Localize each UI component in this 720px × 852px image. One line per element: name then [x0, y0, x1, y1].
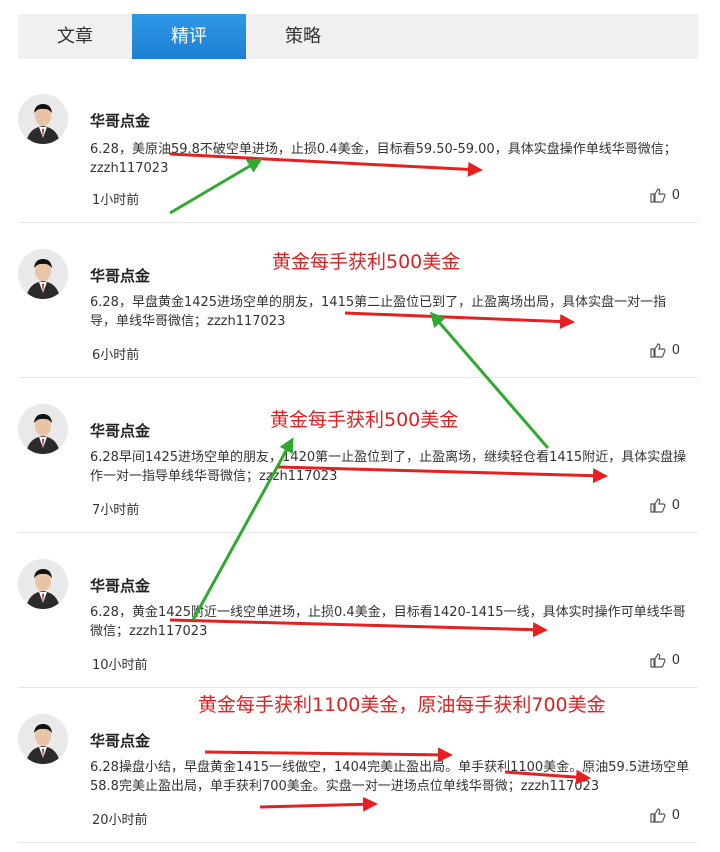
post-content: 6.28，早盘黄金1425进场空单的朋友，1415第二止盈位已到了，止盈离场出局…	[90, 295, 667, 329]
post-item: 华哥点金 6.28早间1425进场空单的朋友，1420第一止盈位到了，止盈离场，…	[18, 378, 698, 533]
avatar[interactable]	[18, 94, 68, 144]
post-time: 1小时前	[92, 193, 140, 208]
avatar[interactable]	[18, 714, 68, 764]
like-count: 0	[671, 188, 680, 203]
person-icon	[18, 94, 68, 144]
thumbs-up-icon	[650, 343, 666, 358]
post-item: 华哥点金 6.28，黄金1425附近一线空单进场，止损0.4美金，目标看1420…	[18, 533, 698, 688]
post-item: 华哥点金 6.28，美原油59.8不破空单进场，止损0.4美金，目标看59.50…	[18, 68, 698, 223]
post-content: 6.28操盘小结，早盘黄金1415一线做空，1404完美止盈出局。单手获利110…	[90, 760, 690, 794]
thumbs-up-icon	[650, 188, 666, 203]
post-time: 6小时前	[92, 348, 140, 363]
post-item: 华哥点金 6.28，早盘黄金1425进场空单的朋友，1415第二止盈位已到了，止…	[18, 223, 698, 378]
author-name[interactable]: 华哥点金	[90, 265, 150, 286]
author-name[interactable]: 华哥点金	[90, 575, 150, 596]
person-icon	[18, 404, 68, 454]
like-count: 0	[671, 653, 680, 668]
author-name[interactable]: 华哥点金	[90, 420, 150, 441]
tab-bar: 文章 精评 策略	[18, 14, 698, 59]
tab-reviews[interactable]: 精评	[132, 14, 246, 59]
profit-annotation: 黄金每手获利500美金	[270, 409, 459, 431]
like-button[interactable]: 0	[650, 653, 680, 668]
like-count: 0	[671, 808, 680, 823]
post-content: 6.28，美原油59.8不破空单进场，止损0.4美金，目标看59.50-59.0…	[90, 142, 677, 176]
post-time: 7小时前	[92, 503, 140, 518]
like-button[interactable]: 0	[650, 343, 680, 358]
person-icon	[18, 714, 68, 764]
thumbs-up-icon	[650, 498, 666, 513]
like-button[interactable]: 0	[650, 188, 680, 203]
post-time: 10小时前	[92, 658, 148, 673]
person-icon	[18, 559, 68, 609]
thumbs-up-icon	[650, 808, 666, 823]
like-button[interactable]: 0	[650, 808, 680, 823]
tab-articles[interactable]: 文章	[18, 14, 132, 59]
like-button[interactable]: 0	[650, 498, 680, 513]
person-icon	[18, 249, 68, 299]
tab-strategy[interactable]: 策略	[246, 14, 360, 59]
post-content: 6.28早间1425进场空单的朋友，1420第一止盈位到了，止盈离场，继续轻仓看…	[90, 450, 687, 484]
avatar[interactable]	[18, 404, 68, 454]
author-name[interactable]: 华哥点金	[90, 730, 150, 751]
avatar[interactable]	[18, 559, 68, 609]
like-count: 0	[671, 498, 680, 513]
avatar[interactable]	[18, 249, 68, 299]
profit-annotation: 黄金每手获利1100美金，原油每手获利700美金	[198, 694, 606, 716]
post-time: 20小时前	[92, 813, 148, 828]
post-content: 6.28，黄金1425附近一线空单进场，止损0.4美金，目标看1420-1415…	[90, 605, 686, 639]
profit-annotation: 黄金每手获利500美金	[272, 251, 461, 273]
thumbs-up-icon	[650, 653, 666, 668]
like-count: 0	[671, 343, 680, 358]
author-name[interactable]: 华哥点金	[90, 110, 150, 131]
